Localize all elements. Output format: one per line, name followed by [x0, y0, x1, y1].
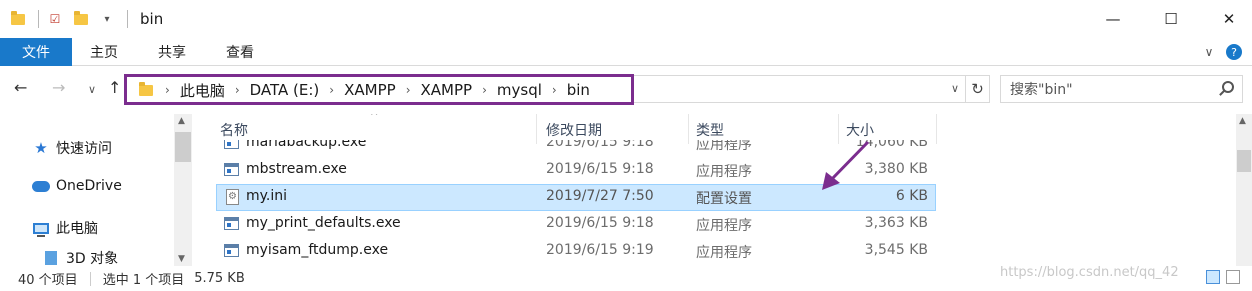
column-divider[interactable]	[688, 114, 689, 144]
item-count: 40 个项目	[18, 273, 78, 288]
large-icons-view-icon[interactable]	[1226, 270, 1240, 284]
view-buttons	[1200, 270, 1240, 284]
column-divider[interactable]	[536, 114, 537, 144]
column-divider[interactable]	[838, 114, 839, 144]
sort-ascending-icon: ^	[370, 114, 379, 122]
details-view-icon[interactable]	[1206, 270, 1220, 284]
column-divider[interactable]	[936, 114, 937, 144]
annotation-arrow-icon	[822, 140, 870, 190]
selection-size: 5.75 KB	[194, 271, 245, 286]
column-header-overlay: ^ 名称 修改日期 类型 大小	[192, 114, 1236, 144]
divider	[89, 271, 91, 286]
selection-count: 选中 1 个项目	[102, 273, 185, 288]
watermark: https://blog.csdn.net/qq_42	[1000, 265, 1179, 280]
column-date-label[interactable]: 修改日期	[546, 120, 602, 140]
column-type-label[interactable]: 类型	[696, 120, 724, 140]
column-size-label[interactable]: 大小	[846, 120, 874, 140]
column-name-label[interactable]: 名称	[220, 120, 248, 140]
